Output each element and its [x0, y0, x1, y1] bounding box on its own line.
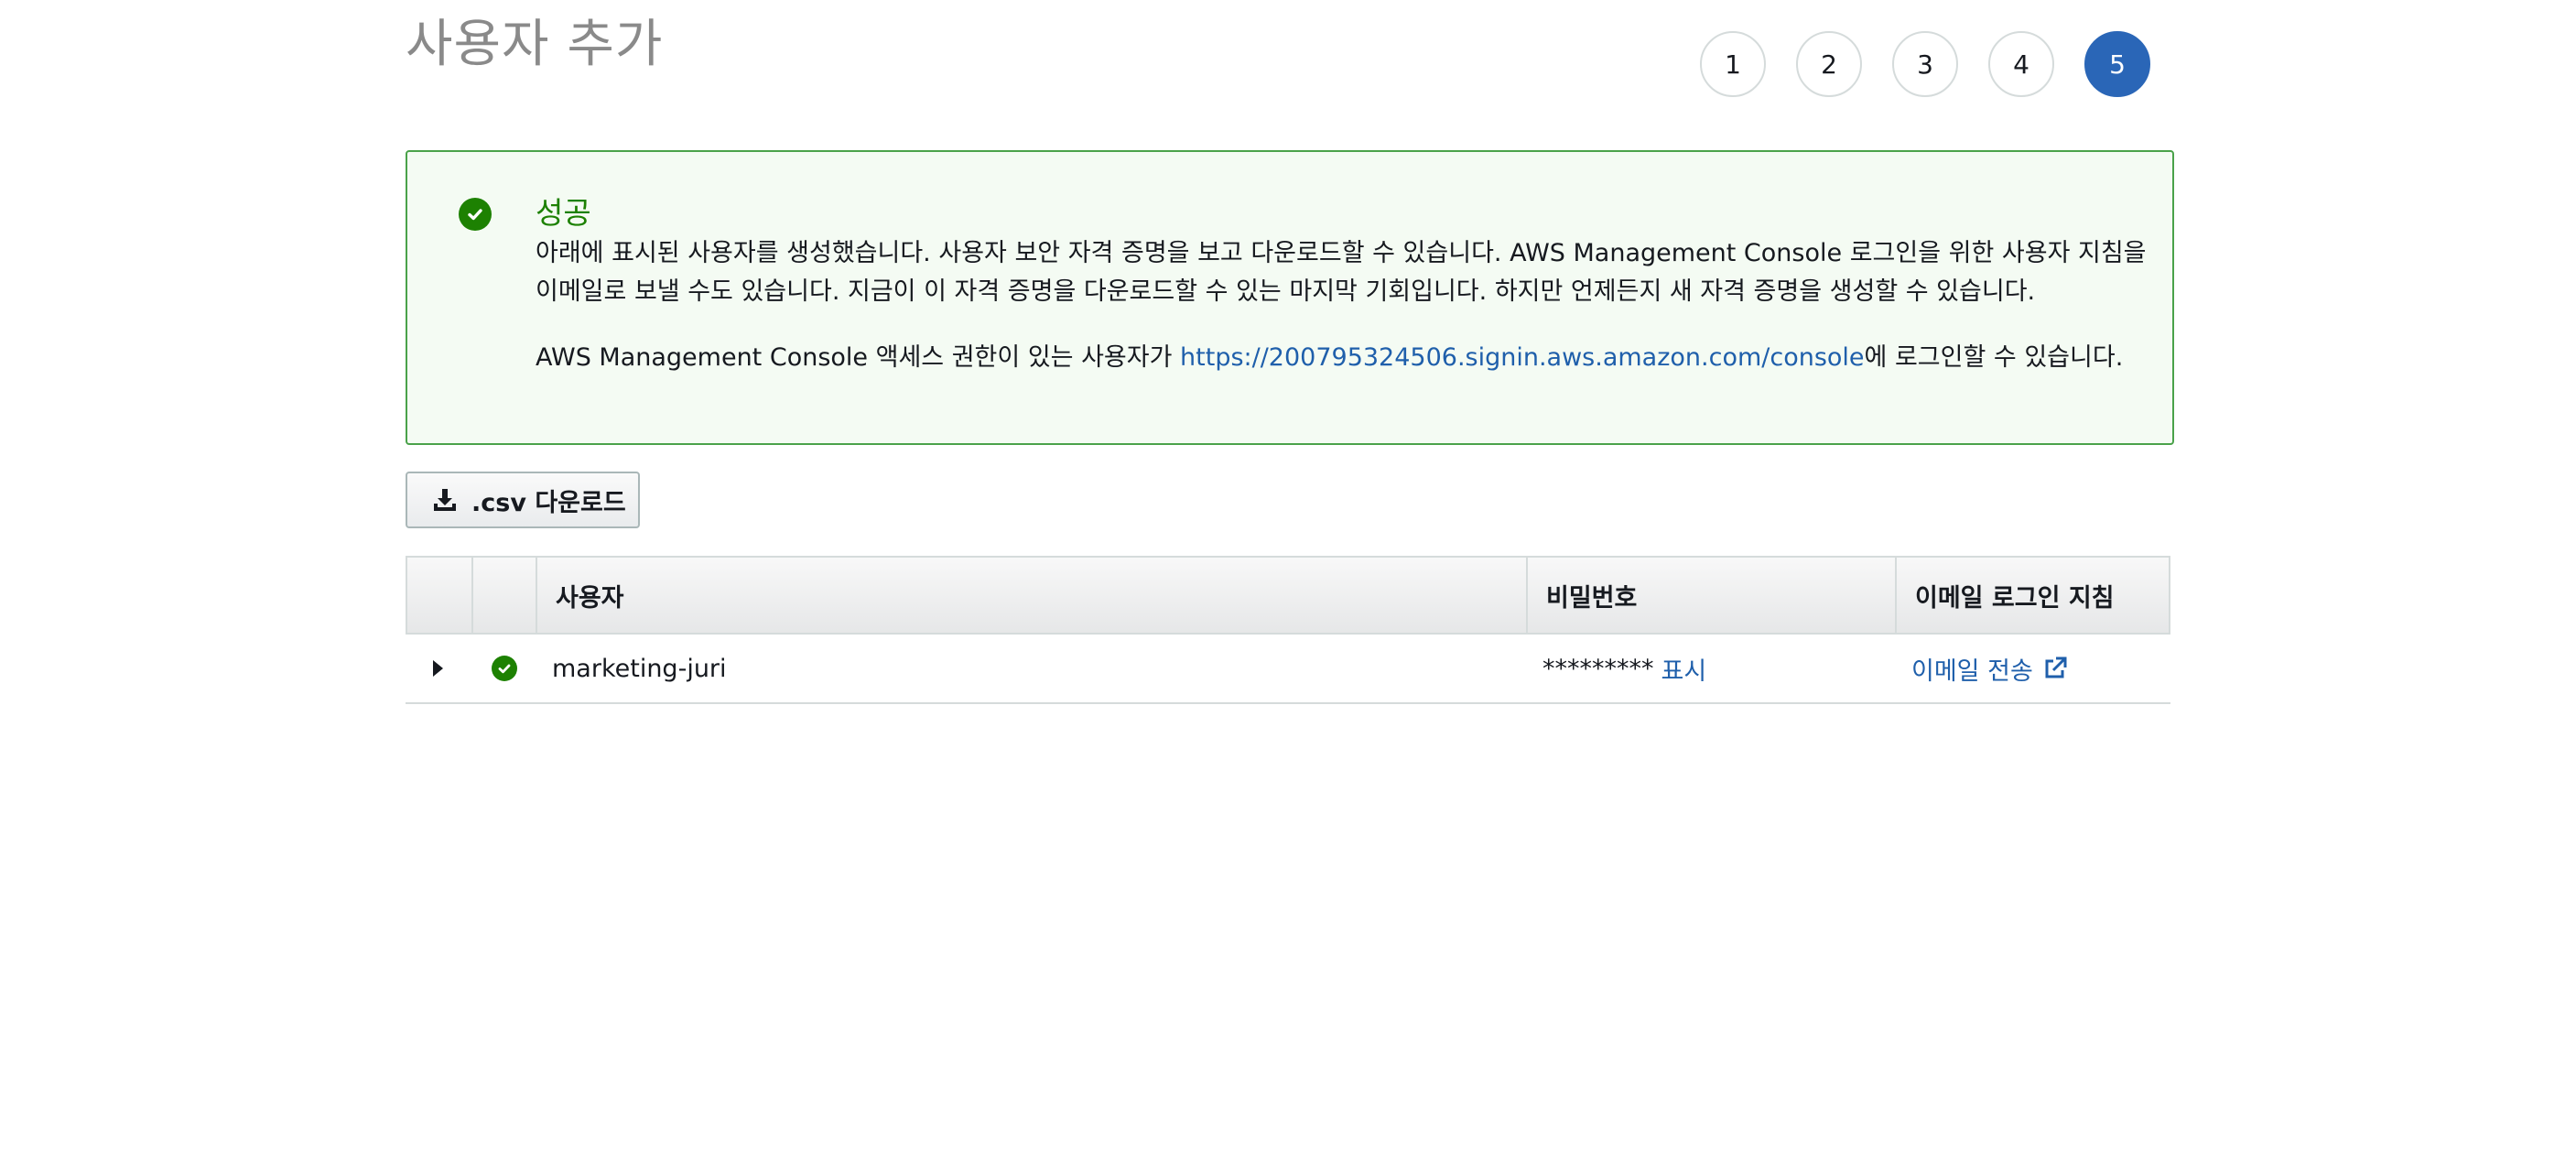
- send-email-link[interactable]: 이메일 전송: [1911, 635, 2068, 702]
- users-table: 사용자 비밀번호 이메일 로그인 지침 marketing-juri *****…: [406, 556, 2170, 704]
- download-csv-label: .csv 다운로드: [471, 488, 626, 517]
- password-mask: *********: [1542, 654, 1654, 683]
- step-5[interactable]: 5: [2084, 31, 2150, 97]
- send-email-label: 이메일 전송: [1911, 656, 2033, 686]
- add-user-page: 사용자 추가 1 2 3 4 5 성공 아래에 표시된 사용자를 생성했습니다.…: [0, 0, 2576, 1150]
- alert-title: 성공: [536, 195, 591, 231]
- download-icon: [431, 486, 459, 514]
- show-password-link[interactable]: 표시: [1661, 651, 1707, 687]
- step-1[interactable]: 1: [1700, 31, 1766, 97]
- step-2[interactable]: 2: [1796, 31, 1862, 97]
- header-email-instructions: 이메일 로그인 지침: [1895, 558, 2169, 633]
- check-circle-icon: [492, 656, 517, 681]
- step-4[interactable]: 4: [1988, 31, 2054, 97]
- check-circle-icon: [459, 198, 492, 231]
- success-alert: 성공 아래에 표시된 사용자를 생성했습니다. 사용자 보안 자격 증명을 보고…: [406, 150, 2174, 445]
- table-row: marketing-juri ********* 표시 이메일 전송: [406, 635, 2170, 704]
- table-header: 사용자 비밀번호 이메일 로그인 지침: [406, 556, 2170, 635]
- user-name: marketing-juri: [552, 654, 727, 683]
- console-message-suffix: 에 로그인할 수 있습니다.: [1864, 343, 2124, 372]
- header-status-cell: [471, 558, 536, 633]
- wizard-steps: 1 2 3 4 5: [0, 31, 2576, 97]
- download-csv-button[interactable]: .csv 다운로드: [406, 472, 640, 528]
- password-cell: ********* 표시: [1542, 635, 1706, 702]
- console-message-prefix: AWS Management Console 액세스 권한이 있는 사용자가: [536, 343, 1181, 372]
- header-user: 사용자: [536, 558, 1526, 633]
- row-status-icon: [492, 635, 517, 702]
- alert-console-message: AWS Management Console 액세스 권한이 있는 사용자가 h…: [536, 339, 2147, 377]
- header-expand-cell: [407, 558, 471, 633]
- header-password: 비밀번호: [1526, 558, 1895, 633]
- caret-right-icon[interactable]: [433, 635, 443, 702]
- alert-message: 아래에 표시된 사용자를 생성했습니다. 사용자 보안 자격 증명을 보고 다운…: [536, 239, 2147, 306]
- console-signin-link[interactable]: https://200795324506.signin.aws.amazon.c…: [1180, 343, 1865, 372]
- alert-body: 아래에 표시된 사용자를 생성했습니다. 사용자 보안 자격 증명을 보고 다운…: [536, 234, 2147, 377]
- step-3[interactable]: 3: [1892, 31, 1958, 97]
- external-link-icon: [2042, 656, 2068, 681]
